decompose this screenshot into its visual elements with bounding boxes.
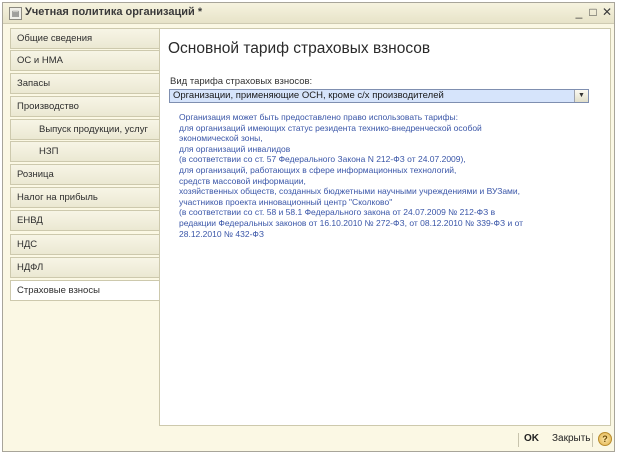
info-line: участников проекта инновационный центр "… [179, 196, 393, 207]
info-line: для организаций инвалидов [179, 143, 291, 154]
info-line: 28.12.2010 № 432-ФЗ [179, 228, 264, 239]
close-button[interactable]: Закрыть [552, 433, 591, 444]
info-line: средств массовой информации, [179, 175, 306, 186]
tariff-info-text: Организация может быть предоставлено пра… [179, 112, 599, 239]
info-line: экономической зоны, [179, 133, 263, 144]
ok-button[interactable]: OK [524, 433, 539, 444]
content-panel: Основной тариф страховых взносов Вид тар… [159, 28, 611, 426]
info-line: (в соответствии со ст. 58 и 58.1 Федерал… [179, 207, 496, 218]
footer-separator [518, 433, 519, 447]
title-bar[interactable]: ▤ Учетная политика организаций * _ □ ✕ [3, 3, 614, 24]
sidebar-item[interactable]: Розница [10, 164, 160, 185]
sidebar-item[interactable]: Общие сведения [10, 28, 160, 49]
dropdown-arrow-icon[interactable]: ▼ [574, 90, 588, 102]
sidebar-item[interactable]: НЗП [10, 141, 160, 162]
sidebar-item[interactable]: Производство [10, 96, 160, 117]
sidebar: Общие сведения ОС и НМА Запасы Производство… [10, 28, 161, 426]
minimize-button[interactable]: _ [572, 5, 586, 20]
sidebar-item[interactable]: Выпуск продукции, услуг [10, 119, 160, 140]
info-line: для организаций, работающих в сфере инфо… [179, 164, 457, 175]
info-line: Организация может быть предоставлено пра… [179, 112, 459, 122]
sidebar-item[interactable]: ЕНВД [10, 210, 160, 231]
window-title: Учетная политика организаций * [25, 6, 203, 18]
sidebar-item[interactable]: ОС и НМА [10, 50, 160, 71]
document-icon: ▤ [9, 7, 22, 20]
sidebar-item[interactable]: Запасы [10, 73, 160, 94]
sidebar-item[interactable]: НДФЛ [10, 257, 160, 278]
maximize-button[interactable]: □ [586, 5, 600, 20]
info-line: редакции Федеральных законов от 16.10.20… [179, 217, 524, 228]
footer-separator [592, 433, 593, 447]
close-window-button[interactable]: ✕ [600, 5, 614, 20]
sidebar-item[interactable]: Страховые взносы [10, 280, 161, 301]
help-icon[interactable]: ? [598, 432, 612, 446]
settings-window: ▤ Учетная политика организаций * _ □ ✕ О… [2, 2, 615, 452]
sidebar-item[interactable]: Налог на прибыль [10, 187, 160, 208]
footer-bar: OK Закрыть ? [3, 429, 614, 451]
info-line: для организаций имеющих статус резидента… [179, 122, 482, 133]
info-line: (в соответствии со ст. 57 Федерального З… [179, 154, 466, 165]
sidebar-item[interactable]: НДС [10, 234, 160, 255]
tariff-select[interactable]: Организации, применяющие ОСН, кроме с/х … [169, 89, 589, 103]
tariff-label: Вид тарифа страховых взносов: [170, 76, 313, 87]
info-line: хозяйственных обществ, созданных бюджетн… [179, 186, 521, 197]
page-title: Основной тариф страховых взносов [168, 40, 431, 57]
tariff-select-value: Организации, применяющие ОСН, кроме с/х … [173, 90, 444, 101]
